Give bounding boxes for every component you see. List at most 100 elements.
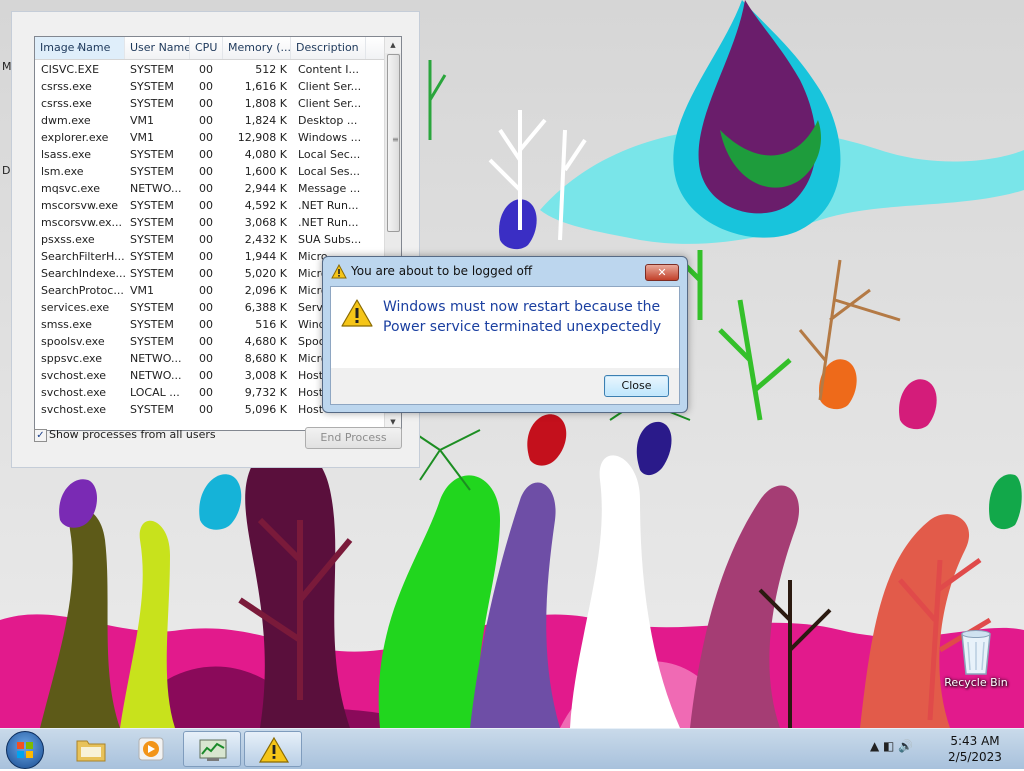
process-image-name: mqsvc.exe — [41, 182, 100, 195]
show-all-processes-label: Show processes from all users — [49, 428, 216, 441]
taskbar-media-player[interactable] — [122, 731, 180, 767]
process-cpu: 00 — [199, 131, 213, 144]
dialog-title: You are about to be logged off — [351, 264, 533, 278]
table-row[interactable]: explorer.exe VM1 00 12,908 K Windows ... — [35, 129, 385, 146]
process-image-name: mscorsvw.ex... — [41, 216, 123, 229]
scrollbar-grip-icon: ≡ — [392, 135, 399, 144]
process-cpu: 00 — [199, 63, 213, 76]
column-header-memory[interactable]: Memory (... — [223, 37, 291, 59]
table-row[interactable]: psxss.exe SYSTEM 00 2,432 K SUA Subs... — [35, 231, 385, 248]
show-all-processes-checkbox[interactable]: ✓ — [34, 429, 47, 442]
process-cpu: 00 — [199, 267, 213, 280]
process-description: SUA Subs... — [298, 233, 362, 246]
table-row[interactable]: csrss.exe SYSTEM 00 1,616 K Client Ser... — [35, 78, 385, 95]
table-row[interactable]: dwm.exe VM1 00 1,824 K Desktop ... — [35, 112, 385, 129]
process-cpu: 00 — [199, 80, 213, 93]
process-memory: 1,944 K — [244, 250, 287, 263]
process-memory: 8,680 K — [244, 352, 287, 365]
folder-icon — [76, 740, 106, 762]
process-description: Desktop ... — [298, 114, 358, 127]
scrollbar-thumb[interactable]: ≡ — [387, 54, 400, 232]
taskbar-explorer[interactable] — [62, 731, 120, 767]
process-cpu: 00 — [199, 114, 213, 127]
process-user-name: SYSTEM — [130, 165, 174, 178]
recycle-bin-label: Recycle Bin — [944, 676, 1008, 689]
column-header-description[interactable]: Description — [291, 37, 366, 59]
desktop-edge-letter-d: D — [2, 164, 11, 177]
start-button[interactable] — [6, 731, 44, 769]
process-user-name: VM1 — [130, 131, 155, 144]
taskbar: ▲ ◧ 🔊 5:43 AM 2/5/2023 — [0, 728, 1024, 769]
process-memory: 1,808 K — [244, 97, 287, 110]
process-image-name: svchost.exe — [41, 386, 107, 399]
table-row[interactable]: mqsvc.exe NETWO... 00 2,944 K Message ... — [35, 180, 385, 197]
process-cpu: 00 — [199, 403, 213, 416]
process-image-name: explorer.exe — [41, 131, 109, 144]
process-description: .NET Run... — [298, 199, 359, 212]
process-cpu: 00 — [199, 233, 213, 246]
media-player-icon — [138, 737, 164, 761]
process-image-name: smss.exe — [41, 318, 92, 331]
table-row[interactable]: mscorsvw.ex... SYSTEM 00 3,068 K .NET Run... — [35, 214, 385, 231]
table-row[interactable]: csrss.exe SYSTEM 00 1,808 K Client Ser... — [35, 95, 385, 112]
process-user-name: SYSTEM — [130, 233, 174, 246]
process-memory: 6,388 K — [244, 301, 287, 314]
column-header-user-name[interactable]: User Name — [125, 37, 190, 59]
process-cpu: 00 — [199, 301, 213, 314]
process-cpu: 00 — [199, 369, 213, 382]
dialog-close-button[interactable]: ✕ — [645, 264, 679, 281]
taskbar-warning-dialog[interactable] — [244, 731, 302, 767]
scroll-up-arrow-icon[interactable]: ▲ — [385, 37, 401, 53]
table-row[interactable]: lsm.exe SYSTEM 00 1,600 K Local Ses... — [35, 163, 385, 180]
process-description: Client Ser... — [298, 80, 362, 93]
table-row[interactable]: CISVC.EXE SYSTEM 00 512 K Content I... — [35, 61, 385, 78]
system-tray-icons[interactable]: ▲ ◧ 🔊 — [870, 739, 913, 753]
process-image-name: SearchProtoc... — [41, 284, 124, 297]
process-user-name: SYSTEM — [130, 318, 174, 331]
process-image-name: mscorsvw.exe — [41, 199, 118, 212]
column-header-cpu[interactable]: CPU — [190, 37, 223, 59]
process-user-name: NETWO... — [130, 352, 182, 365]
table-row[interactable]: lsass.exe SYSTEM 00 4,080 K Local Sec... — [35, 146, 385, 163]
column-label: Description — [296, 41, 359, 54]
table-row[interactable]: mscorsvw.exe SYSTEM 00 4,592 K .NET Run... — [35, 197, 385, 214]
process-description: Content I... — [298, 63, 359, 76]
process-cpu: 00 — [199, 165, 213, 178]
process-memory: 2,432 K — [244, 233, 287, 246]
recycle-bin-icon — [961, 630, 991, 675]
dialog-message: Windows must now restart because the Pow… — [383, 299, 662, 335]
close-button[interactable]: Close — [604, 375, 669, 397]
process-image-name: psxss.exe — [41, 233, 95, 246]
process-image-name: services.exe — [41, 301, 110, 314]
process-image-name: dwm.exe — [41, 114, 91, 127]
process-image-name: CISVC.EXE — [41, 63, 100, 76]
process-description: Local Ses... — [298, 165, 360, 178]
dialog-footer: Close — [330, 368, 680, 405]
process-user-name: NETWO... — [130, 182, 182, 195]
process-user-name: SYSTEM — [130, 216, 174, 229]
taskbar-task-manager[interactable] — [183, 731, 241, 767]
process-user-name: VM1 — [130, 284, 155, 297]
process-memory: 4,080 K — [244, 148, 287, 161]
column-header-image-name[interactable]: ▲ Image Name — [35, 37, 125, 59]
process-user-name: NETWO... — [130, 369, 182, 382]
process-image-name: svchost.exe — [41, 369, 107, 382]
end-process-button[interactable]: End Process — [305, 427, 402, 449]
process-user-name: SYSTEM — [130, 199, 174, 212]
process-memory: 4,592 K — [244, 199, 287, 212]
process-user-name: SYSTEM — [130, 403, 174, 416]
system-clock[interactable]: 5:43 AM 2/5/2023 — [940, 733, 1010, 765]
warning-icon — [331, 264, 347, 279]
process-memory: 2,944 K — [244, 182, 287, 195]
task-manager-icon — [199, 739, 227, 761]
process-description: Message ... — [298, 182, 361, 195]
warning-icon — [341, 299, 373, 327]
process-image-name: svchost.exe — [41, 403, 107, 416]
process-list-header: ▲ Image Name User Name CPU Memory (... D… — [35, 37, 385, 60]
warning-icon — [258, 736, 290, 763]
recycle-bin-shortcut[interactable]: Recycle Bin — [940, 628, 1012, 689]
process-description: Client Ser... — [298, 97, 362, 110]
clock-date: 2/5/2023 — [948, 750, 1002, 764]
column-label: Image Name — [40, 41, 111, 54]
process-memory: 1,600 K — [244, 165, 287, 178]
